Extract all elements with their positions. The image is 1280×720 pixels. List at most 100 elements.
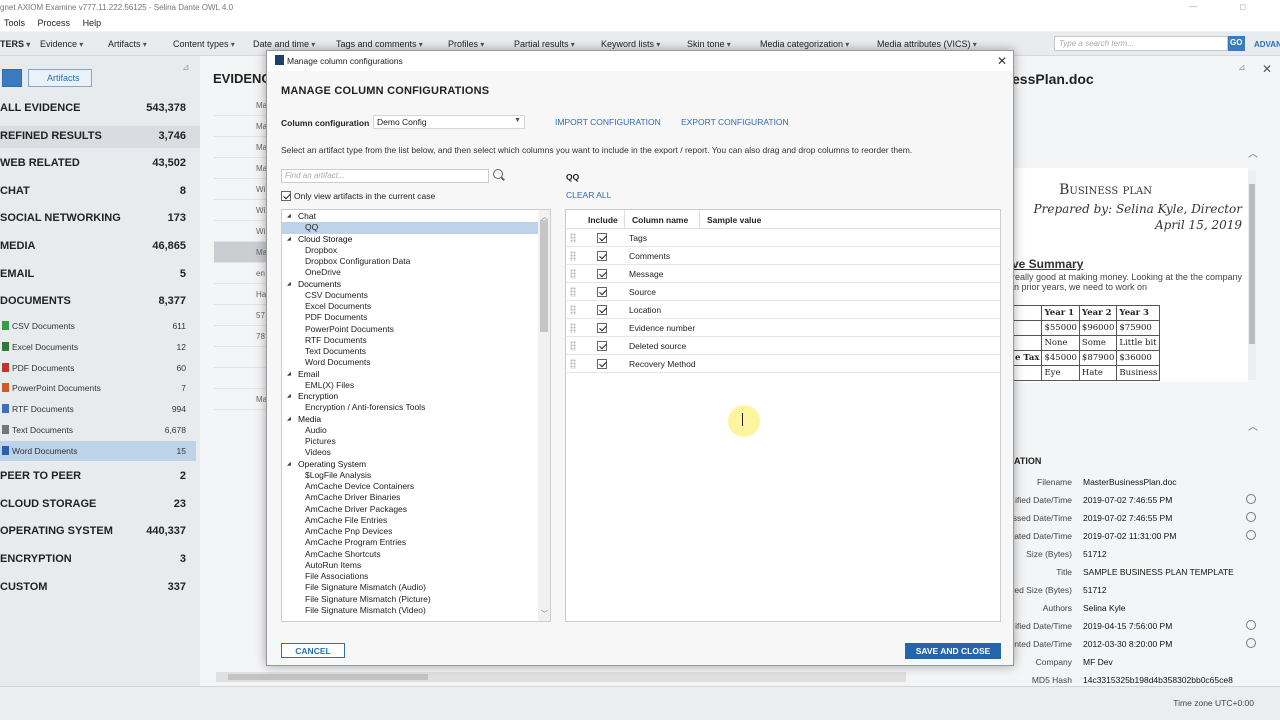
tree-group-email[interactable]: Email <box>282 369 538 380</box>
search-icon[interactable] <box>493 169 503 179</box>
table-row[interactable]: Wi <box>214 221 274 242</box>
tree-item-amcache-pnp-devices[interactable]: AmCache Pnp Devices <box>282 526 538 537</box>
category-refined-results[interactable]: REFINED RESULTS 3,746 <box>0 125 200 148</box>
category-rtf-documents[interactable]: RTF Documents 994 <box>0 399 196 419</box>
cancel-button[interactable]: CANCEL <box>281 643 345 658</box>
include-checkbox[interactable] <box>597 269 607 279</box>
export-configuration-link[interactable]: EXPORT CONFIGURATION <box>681 117 789 127</box>
category-peer-to-peer[interactable]: PEER TO PEER 2 <box>0 466 200 488</box>
category-encryption[interactable]: ENCRYPTION 3 <box>0 549 200 571</box>
drag-handle-icon[interactable] <box>570 305 576 315</box>
filter-date-time[interactable]: Date and time <box>253 39 315 49</box>
category-documents[interactable]: DOCUMENTS 8,377 <box>0 291 200 313</box>
table-row[interactable]: Wi <box>214 200 274 221</box>
tree-item-amcache-driver-binaries[interactable]: AmCache Driver Binaries <box>282 492 538 503</box>
tree-group-chat[interactable]: Chat <box>282 211 538 222</box>
column-row-recovery-method[interactable]: Recovery Method <box>566 355 1000 373</box>
table-row[interactable] <box>214 347 274 368</box>
artifacts-view-button[interactable]: Artifacts <box>28 69 92 87</box>
include-checkbox[interactable] <box>597 341 607 351</box>
window-controls[interactable]: — ◻ <box>1189 2 1266 11</box>
drag-handle-icon[interactable] <box>570 341 576 351</box>
menu-item-process[interactable]: Process <box>38 18 71 28</box>
only-view-current-case-option[interactable]: Only view artifacts in the current case <box>281 190 435 202</box>
table-row[interactable]: Ha <box>214 284 274 305</box>
save-and-close-button[interactable]: SAVE AND CLOSE <box>905 643 1001 659</box>
filter-content-types[interactable]: Content types <box>173 39 235 49</box>
filter-tags-comments[interactable]: Tags and comments <box>336 39 423 49</box>
category-web-related[interactable]: WEB RELATED 43,502 <box>0 153 200 175</box>
tree-item-csv-documents[interactable]: CSV Documents <box>282 290 538 301</box>
import-configuration-link[interactable]: IMPORT CONFIGURATION <box>555 117 661 127</box>
tree-item-amcache-program-entries[interactable]: AmCache Program Entries <box>282 537 538 548</box>
pin-icon[interactable]: ⊿ <box>182 62 190 73</box>
tree-item-pictures[interactable]: Pictures <box>282 436 538 447</box>
chevron-up-icon[interactable]: ︿ <box>1248 145 1258 160</box>
tree-item-qq[interactable]: QQ <box>282 222 538 234</box>
table-row[interactable]: en <box>214 263 274 284</box>
table-row[interactable] <box>214 368 274 389</box>
horizontal-scrollbar[interactable] <box>216 672 906 682</box>
menu-item-tools[interactable]: Tools <box>4 18 25 28</box>
tree-group-media[interactable]: Media <box>282 414 538 425</box>
tree-item-encryption-anti-forensics-tools[interactable]: Encryption / Anti-forensics Tools <box>282 402 538 413</box>
pin-icon[interactable]: ⊿ <box>1238 62 1246 73</box>
tree-item-rtf-documents[interactable]: RTF Documents <box>282 335 538 346</box>
clock-icon[interactable] <box>1246 494 1256 504</box>
category-social-networking[interactable]: SOCIAL NETWORKING 173 <box>0 208 200 230</box>
tree-item-file-signature-mismatch-audio[interactable]: File Signature Mismatch (Audio) <box>282 582 538 593</box>
table-row[interactable]: Ma <box>214 95 274 116</box>
category-powerpoint-documents[interactable]: PowerPoint Documents 7 <box>0 378 196 398</box>
clock-icon[interactable] <box>1246 620 1256 630</box>
find-artifact-input[interactable]: Find an artifact... <box>281 169 489 183</box>
table-row[interactable]: Ma <box>214 242 274 263</box>
filter-skin-tone[interactable]: Skin tone <box>687 39 731 49</box>
table-row[interactable]: Ma <box>214 389 274 410</box>
column-row-tags[interactable]: Tags <box>566 229 1000 247</box>
category-text-documents[interactable]: Text Documents 6,678 <box>0 420 196 440</box>
tree-item-amcache-file-entries[interactable]: AmCache File Entries <box>282 515 538 526</box>
tree-item-videos[interactable]: Videos <box>282 447 538 458</box>
column-row-message[interactable]: Message <box>566 265 1000 283</box>
category-operating-system[interactable]: OPERATING SYSTEM 440,337 <box>0 521 200 543</box>
column-row-location[interactable]: Location <box>566 301 1000 319</box>
include-checkbox[interactable] <box>597 233 607 243</box>
sample-value-header[interactable]: Sample value <box>707 215 761 225</box>
menu-item-help[interactable]: Help <box>83 18 102 28</box>
category-email[interactable]: EMAIL 5 <box>0 264 200 286</box>
tree-item-logfile-analysis[interactable]: $LogFile Analysis <box>282 470 538 481</box>
category-media[interactable]: MEDIA 46,865 <box>0 236 200 258</box>
filter-profiles[interactable]: Profiles <box>448 39 484 49</box>
column-configuration-select[interactable]: Demo Config ▼ <box>373 115 525 129</box>
tree-item-dropbox-configuration-data[interactable]: Dropbox Configuration Data <box>282 256 538 267</box>
tree-group-operating-system[interactable]: Operating System <box>282 459 538 470</box>
include-checkbox[interactable] <box>597 359 607 369</box>
tree-item-onedrive[interactable]: OneDrive <box>282 267 538 278</box>
category-chat[interactable]: CHAT 8 <box>0 181 200 203</box>
column-row-comments[interactable]: Comments <box>566 247 1000 265</box>
include-checkbox[interactable] <box>597 251 607 261</box>
go-button[interactable]: GO <box>1228 36 1245 51</box>
tree-item-text-documents[interactable]: Text Documents <box>282 346 538 357</box>
column-name-header[interactable]: Column name <box>632 215 688 225</box>
tree-item-excel-documents[interactable]: Excel Documents <box>282 301 538 312</box>
scrollbar-thumb[interactable] <box>540 220 548 332</box>
table-row[interactable]: 57 <box>214 305 274 326</box>
search-input[interactable]: Type a search term... <box>1054 36 1228 51</box>
clear-all-link[interactable]: CLEAR ALL <box>566 190 611 200</box>
tree-group-documents[interactable]: Documents <box>282 279 538 290</box>
filter-artifacts[interactable]: Artifacts <box>108 39 147 49</box>
column-row-deleted-source[interactable]: Deleted source <box>566 337 1000 355</box>
tree-item-amcache-shortcuts[interactable]: AmCache Shortcuts <box>282 549 538 560</box>
tree-item-amcache-device-containers[interactable]: AmCache Device Containers <box>282 481 538 492</box>
include-column-header[interactable]: Include <box>588 215 618 225</box>
tree-item-powerpoint-documents[interactable]: PowerPoint Documents <box>282 324 538 335</box>
advanced-search-link[interactable]: ADVAN <box>1254 40 1280 49</box>
table-row[interactable]: Ma <box>214 137 274 158</box>
category-excel-documents[interactable]: Excel Documents 12 <box>0 337 196 357</box>
category-pdf-documents[interactable]: PDF Documents 60 <box>0 358 196 378</box>
include-checkbox[interactable] <box>597 323 607 333</box>
column-row-evidence-number[interactable]: Evidence number <box>566 319 1000 337</box>
filter-media-attributes[interactable]: Media attributes (VICS) <box>877 39 977 49</box>
category-cloud-storage[interactable]: CLOUD STORAGE 23 <box>0 494 200 516</box>
